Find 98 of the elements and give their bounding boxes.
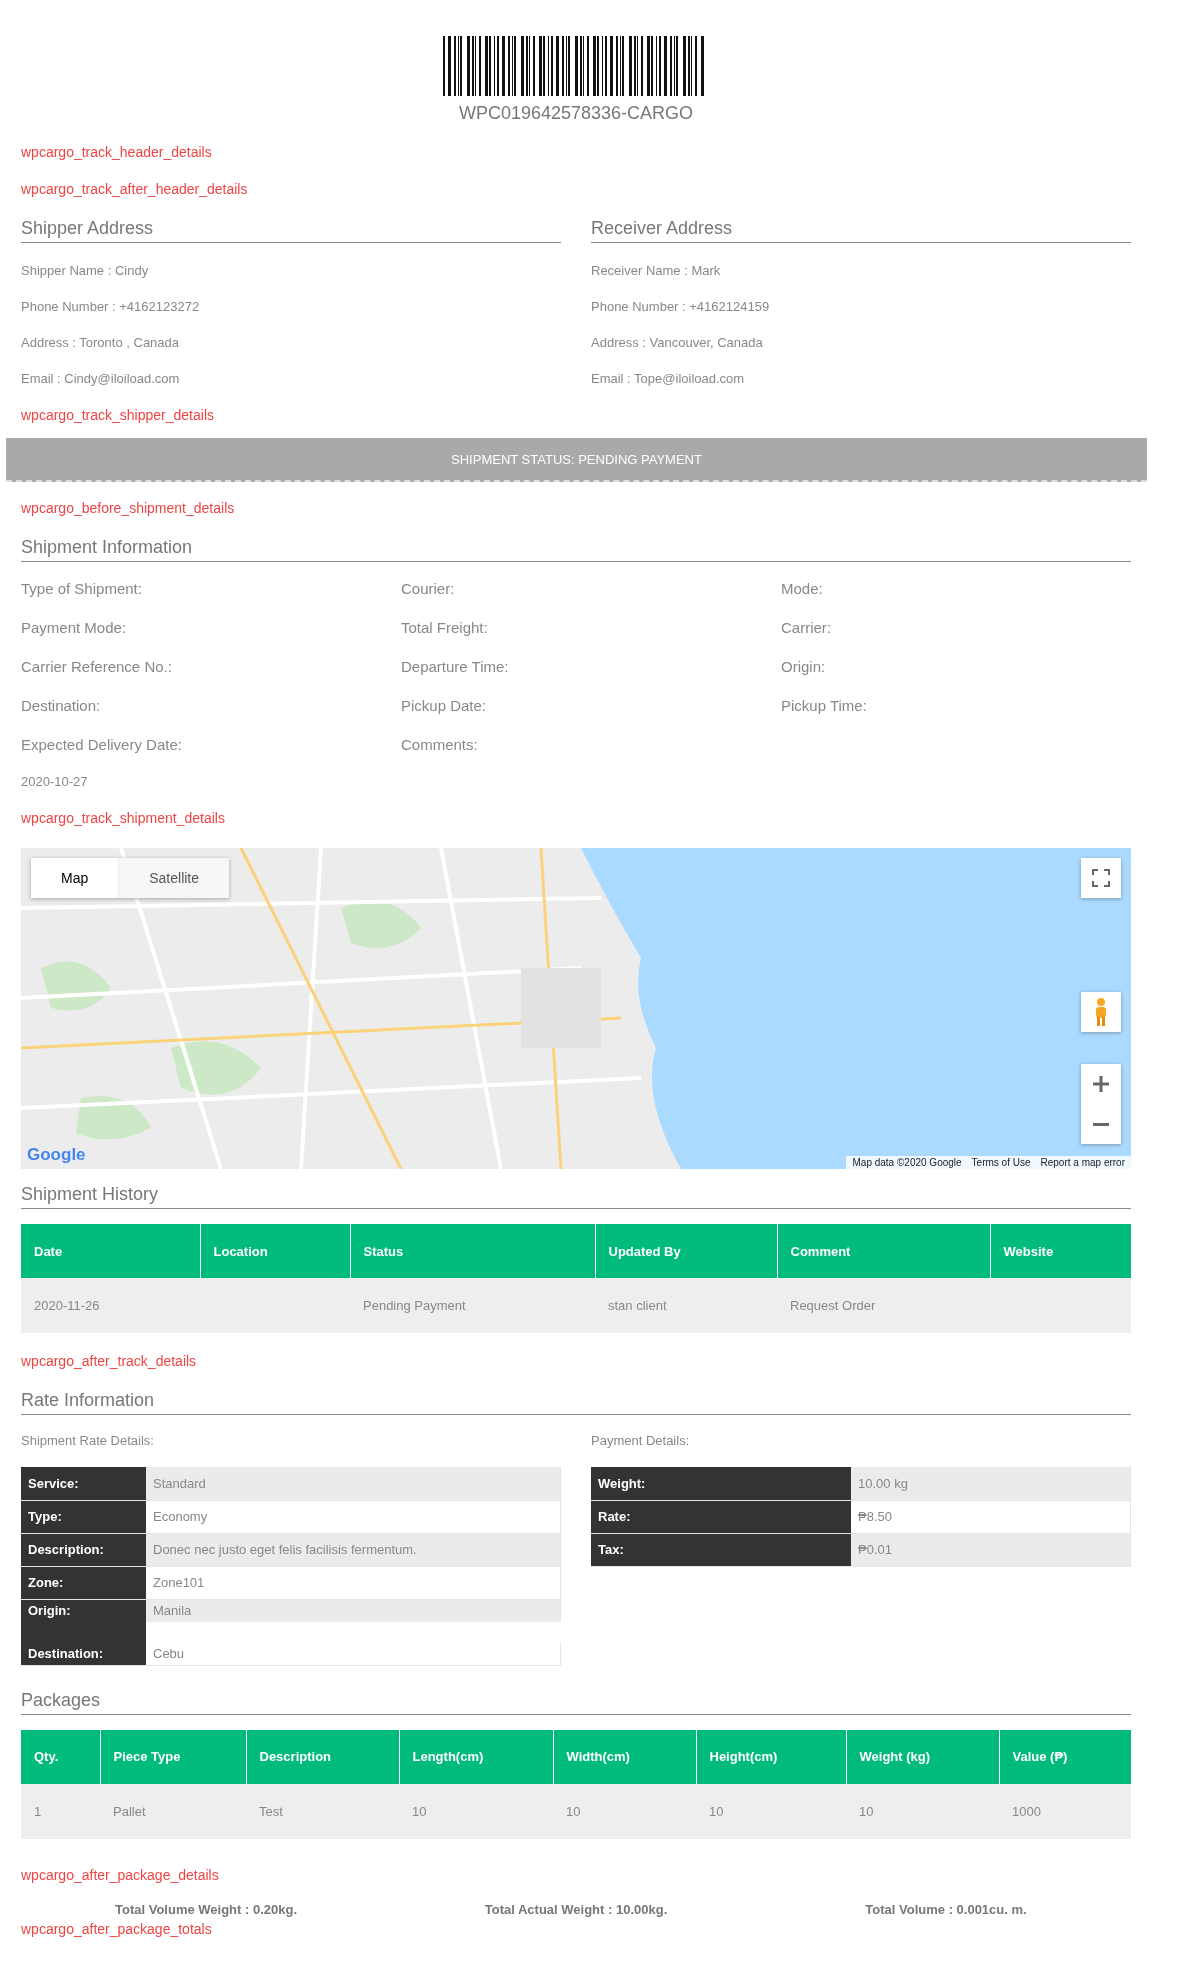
table-cell: 10.00 kg [851,1467,1131,1500]
map-type-tab[interactable]: Map [31,858,120,898]
column-header: Length(cm) [399,1729,553,1784]
hook-text: wpcargo_before_shipment_details [21,500,236,517]
section-heading: Shipment History [21,1184,1131,1209]
table-cell: 10 [696,1783,846,1839]
minus-icon [1092,1122,1110,1126]
fullscreen-icon [1092,869,1110,887]
field-label: Origin: [781,658,827,676]
hook-text: wpcargo_track_after_header_details [21,181,249,198]
hook-text: wpcargo_track_shipment_details [21,810,226,827]
status-bar: SHIPMENT STATUS: PENDING PAYMENT [6,438,1147,482]
column-header: Website [990,1224,1131,1278]
field-label: Departure Time: [401,658,510,676]
tracking-number: WPC019642578336-CARGO [458,103,694,124]
row-label: Tax: [591,1533,851,1566]
column-header: Width(cm) [553,1729,696,1784]
field-label: Courier: [401,580,456,598]
column-header: Status [350,1224,595,1278]
field-label: Total Freight: [401,619,489,637]
zoom-out-button[interactable] [1081,1104,1121,1144]
field-label: Destination: [21,697,102,715]
field-label: Pickup Date: [401,697,488,715]
hook-text: wpcargo_after_track_details [21,1353,198,1370]
field-label: Type of Shipment: [21,580,143,598]
plus-icon [1092,1075,1110,1093]
map-logo: Google [27,1145,86,1165]
column-header: Qty. [21,1729,100,1784]
field-label: Payment Mode: [21,619,128,637]
total-text: Total Volume Weight : 0.20kg. [115,1901,297,1917]
column-header: Piece Type [100,1729,246,1784]
person-icon [1094,998,1108,1026]
address-line: Receiver Name : Mark [591,263,722,279]
column-header: Description [246,1729,399,1784]
map-link[interactable]: Report a map error [1040,1157,1125,1168]
table-cell: 1000 [999,1783,1131,1839]
delivery-date: 2020-10-27 [21,774,89,790]
table-cell: ₱8.50 [851,1500,1131,1533]
table-cell: stan client [595,1278,777,1333]
map-link[interactable]: Terms of Use [971,1157,1031,1168]
hook-text: wpcargo_after_package_totals [21,1920,213,1938]
column-header: Height(cm) [696,1729,846,1784]
address-line: Shipper Name : Cindy [21,263,150,279]
address-line: Address : Vancouver, Canada [591,335,764,351]
table-cell: Pallet [100,1783,246,1839]
fullscreen-button[interactable] [1081,858,1121,898]
section-heading: Packages [21,1689,1131,1715]
table-cell: 10 [399,1783,553,1839]
table-cell: Request Order [777,1278,990,1333]
table-cell: Donec nec justo eget felis facilisis fermentum. [146,1533,561,1566]
hook-text: wpcargo_after_package_details [21,1866,220,1884]
address-line: Email : Tope@iloiload.com [591,371,746,387]
table-cell: 2020-11-26 [21,1278,200,1333]
table-cell: 10 [553,1783,696,1839]
column-header: Updated By [595,1224,777,1278]
street-view-button[interactable] [1081,992,1121,1032]
row-label: Zone: [21,1566,146,1599]
table-cell: ₱0.01 [851,1533,1131,1566]
table-cell: Test [246,1783,399,1839]
address-line: Email : Cindy@iloiload.com [21,371,181,387]
address-line: Phone Number : +4162123272 [21,299,201,315]
total-text: Total Volume : 0.001cu. m. [865,1901,1027,1917]
table-title: Shipment Rate Details: [21,1433,155,1449]
section-heading: Receiver Address [591,218,1131,243]
zoom-in-button[interactable] [1081,1064,1121,1104]
column-header: Comment [777,1224,990,1278]
column-header: Location [200,1224,350,1278]
map-attribution: Map data ©2020 Google [852,1157,962,1168]
section-heading: Shipment Information [21,537,1131,562]
field-label: Mode: [781,580,824,598]
section-heading: Rate Information [21,1390,1131,1415]
column-header: Weight (kg) [846,1729,999,1784]
section-heading: Shipper Address [21,218,561,243]
field-label: Carrier: [781,619,832,637]
table-title: Payment Details: [591,1433,691,1449]
field-label: Pickup Time: [781,697,868,715]
address-line: Address : Toronto , Canada [21,335,181,351]
column-header: Value (₱) [999,1729,1131,1784]
hook-text: wpcargo_track_header_details [21,144,213,161]
hook-text: wpcargo_track_shipper_details [21,407,215,424]
row-label: Weight: [591,1467,851,1500]
table-cell: Zone101 [146,1566,561,1599]
total-text: Total Actual Weight : 10.00kg. [484,1901,668,1917]
table-cell: 10 [846,1783,999,1839]
row-label: Rate: [591,1500,851,1533]
table-cell: Standard [146,1467,561,1500]
address-line: Phone Number : +4162124159 [591,299,771,315]
field-label: Expected Delivery Date: [21,736,183,754]
table-cell: 1 [21,1783,100,1839]
table-cell: Economy [146,1500,561,1533]
table-cell: Pending Payment [350,1278,595,1333]
field-label: Carrier Reference No.: [21,658,173,676]
row-label: Description: [21,1533,146,1566]
column-header: Date [21,1224,200,1278]
row-label: Type: [21,1500,146,1533]
map-type-tab[interactable]: Satellite [119,858,230,898]
field-label: Comments: [401,736,479,754]
row-label: Service: [21,1467,146,1500]
